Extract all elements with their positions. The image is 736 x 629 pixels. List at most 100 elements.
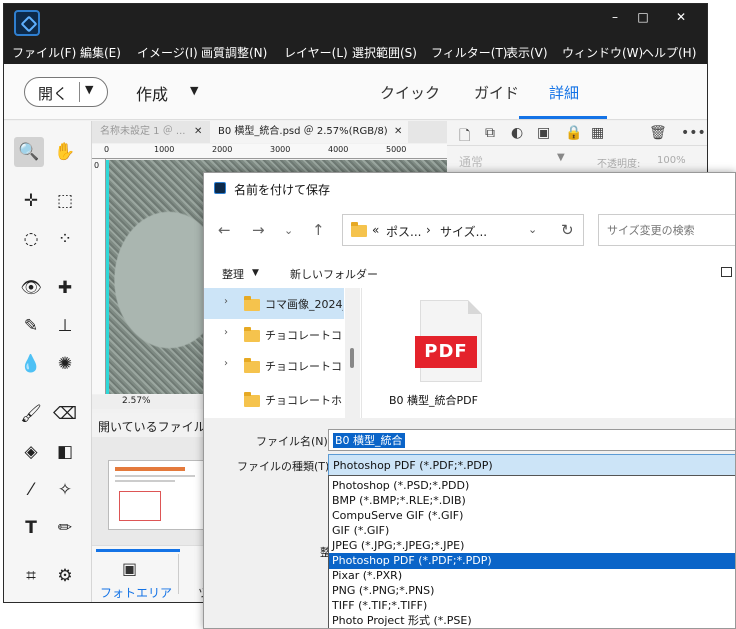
search-input[interactable]	[599, 215, 735, 245]
filetype-option[interactable]: CompuServe GIF (*.GIF)	[329, 508, 735, 524]
up-folder-icon[interactable]: ↑	[312, 221, 325, 239]
filetype-option[interactable]: BMP (*.BMP;*.RLE;*.DIB)	[329, 493, 735, 509]
tab-untitled[interactable]: 名称未設定 1 ＠ ...	[92, 121, 210, 143]
filetype-label: ファイルの種類(T):	[237, 460, 334, 473]
organize-button[interactable]: 整理	[222, 266, 244, 282]
new-folder-button[interactable]: 新しいフォルダー	[290, 266, 378, 282]
filetype-option[interactable]: GIF (*.GIF)	[329, 523, 735, 539]
menu-select[interactable]: 選択範囲(S)	[352, 44, 417, 61]
nav-folder-item[interactable]: › チョコレートコマ画	[204, 350, 344, 381]
lock-icon[interactable]: 🔒	[565, 125, 582, 141]
menu-image[interactable]: イメージ(I)	[137, 44, 198, 61]
chevron-right-icon[interactable]: ›	[224, 296, 228, 307]
maximize-button[interactable]: □	[630, 8, 656, 26]
chevron-down-icon[interactable]: ▼	[85, 83, 93, 96]
pencil-tool-icon[interactable]: ✏	[50, 513, 80, 543]
menu-filter[interactable]: フィルター(T)	[431, 44, 507, 61]
type-tool-icon[interactable]: T	[16, 513, 46, 543]
opacity-value[interactable]: 100%	[657, 155, 686, 166]
more-options-icon[interactable]: •••	[681, 125, 706, 141]
quick-selection-tool-icon[interactable]: ⁘	[50, 224, 80, 254]
refresh-icon[interactable]: ↻	[561, 221, 574, 239]
chevron-right-icon[interactable]: ›	[224, 358, 228, 369]
close-icon[interactable]: ✕	[394, 121, 402, 143]
chevron-down-icon[interactable]: ▼	[252, 268, 259, 278]
blur-tool-icon[interactable]: 💧	[16, 349, 46, 379]
search-box[interactable]	[598, 214, 735, 246]
trash-icon[interactable]: 🗑	[649, 125, 667, 141]
menu-view[interactable]: 表示(V)	[506, 44, 548, 61]
filetype-option[interactable]: Pixar (*.PXR)	[329, 568, 735, 584]
hand-tool-icon[interactable]: ✋	[50, 137, 80, 167]
tab-b0-document[interactable]: B0 横型_統合.psd ＠ 2.57%(RGB/8)	[210, 121, 408, 143]
tab-quick[interactable]: クイック	[380, 82, 440, 103]
filetype-select[interactable]: Photoshop PDF (*.PDF;*.PDP)	[328, 454, 735, 476]
filetype-option[interactable]: JPEG (*.JPG;*.JPEG;*.JPE)	[329, 538, 735, 554]
back-icon[interactable]: ←	[218, 221, 231, 239]
nav-folder-item[interactable]: チョコレートホーム	[204, 384, 344, 415]
new-group-icon[interactable]: ⧉	[485, 125, 495, 141]
chevron-down-icon[interactable]: ▼	[190, 84, 198, 97]
smart-brush-icon[interactable]: ✎	[16, 311, 46, 341]
marquee-tool-icon[interactable]: ⬚	[50, 186, 80, 216]
crop-tool-icon[interactable]: ⌗	[16, 561, 46, 591]
blend-mode-select[interactable]: 通常	[459, 153, 483, 170]
red-eye-tool-icon[interactable]: 👁	[16, 273, 46, 303]
layer-mask-icon[interactable]: ▣	[537, 125, 550, 141]
close-icon[interactable]: ✕	[194, 121, 202, 143]
filename-input[interactable]: B0 横型_統合	[328, 429, 735, 451]
menu-file[interactable]: ファイル(F)	[12, 44, 76, 61]
minimize-button[interactable]: –	[602, 8, 628, 26]
filetype-option[interactable]: Photo Project 形式 (*.PSE)	[329, 613, 735, 628]
eraser-tool-icon[interactable]: ⌫	[50, 399, 80, 429]
filetype-option[interactable]: Photoshop (*.PSD;*.PDD)	[329, 478, 735, 494]
zoom-level: 2.57%	[122, 396, 151, 406]
breadcrumb-segment[interactable]: ポス...	[386, 223, 421, 240]
filetype-option[interactable]: TIFF (*.TIF;*.TIFF)	[329, 598, 735, 614]
nav-folder-item[interactable]: › チョコレートコマ画	[204, 319, 344, 350]
breadcrumb-separator[interactable]: ›	[426, 223, 431, 237]
lasso-tool-icon[interactable]: ◌	[16, 224, 46, 254]
recompose-tool-icon[interactable]: ⚙	[50, 561, 80, 591]
breadcrumb-segment[interactable]: サイズ...	[440, 223, 487, 240]
view-options-icon[interactable]	[721, 267, 732, 277]
forward-icon[interactable]: →	[252, 221, 265, 239]
open-file-thumbnail[interactable]	[108, 460, 216, 530]
sponge-tool-icon[interactable]: ✺	[50, 349, 80, 379]
file-item[interactable]: PDF B0 横型_統合PDF	[382, 288, 482, 416]
menu-layer[interactable]: レイヤー(L)	[284, 44, 348, 61]
nav-folder-item[interactable]: › コマ画像_2024_	[204, 288, 344, 319]
zoom-tool-icon[interactable]: 🔍	[14, 137, 44, 167]
chevron-down-icon[interactable]: ▼	[557, 152, 565, 163]
chevron-right-icon[interactable]: ›	[224, 327, 228, 338]
custom-shape-icon[interactable]: ✧	[50, 475, 80, 505]
healing-brush-icon[interactable]: ✚	[50, 273, 80, 303]
lock-transparency-icon[interactable]: ▦	[591, 125, 604, 141]
address-bar[interactable]: « ポス... › サイズ... ⌄ ↻	[342, 214, 584, 246]
eyedropper-icon[interactable]: ⁄	[16, 475, 46, 505]
menu-help[interactable]: ヘルプ(H)	[642, 44, 696, 61]
create-button[interactable]: 作成	[136, 81, 168, 105]
move-tool-icon[interactable]: ✛	[16, 186, 46, 216]
tab-guided[interactable]: ガイド	[474, 82, 519, 103]
filetype-option[interactable]: PNG (*.PNG;*.PNS)	[329, 583, 735, 599]
menu-edit[interactable]: 編集(E)	[80, 44, 121, 61]
menu-window[interactable]: ウィンドウ(W)	[562, 44, 643, 61]
address-overflow[interactable]: «	[372, 223, 379, 237]
open-button[interactable]: 開く ▼	[24, 77, 108, 107]
tab-photo-area[interactable]: フォトエリア	[100, 584, 172, 601]
close-button[interactable]: ✕	[668, 8, 694, 26]
gradient-tool-icon[interactable]: ◧	[50, 437, 80, 467]
menu-adjust[interactable]: 画質調整(N)	[201, 44, 267, 61]
scrollbar-thumb[interactable]	[350, 348, 354, 368]
adjustment-layer-icon[interactable]: ◐	[511, 125, 523, 141]
brush-tool-icon[interactable]: 🖌	[16, 399, 46, 429]
menu-bar: ファイル(F) 編集(E) イメージ(I) 画質調整(N) レイヤー(L) 選択…	[4, 40, 707, 64]
tab-expert[interactable]: 詳細	[549, 82, 579, 103]
nav-scrollbar[interactable]	[345, 288, 360, 418]
chevron-down-icon[interactable]: ⌄	[528, 223, 537, 236]
filetype-option-highlighted[interactable]: Photoshop PDF (*.PDF;*.PDP)	[329, 553, 735, 569]
clone-stamp-icon[interactable]: ⊥	[50, 311, 80, 341]
paint-bucket-icon[interactable]: ◈	[16, 437, 46, 467]
recent-locations-icon[interactable]: ⌄	[284, 224, 293, 237]
